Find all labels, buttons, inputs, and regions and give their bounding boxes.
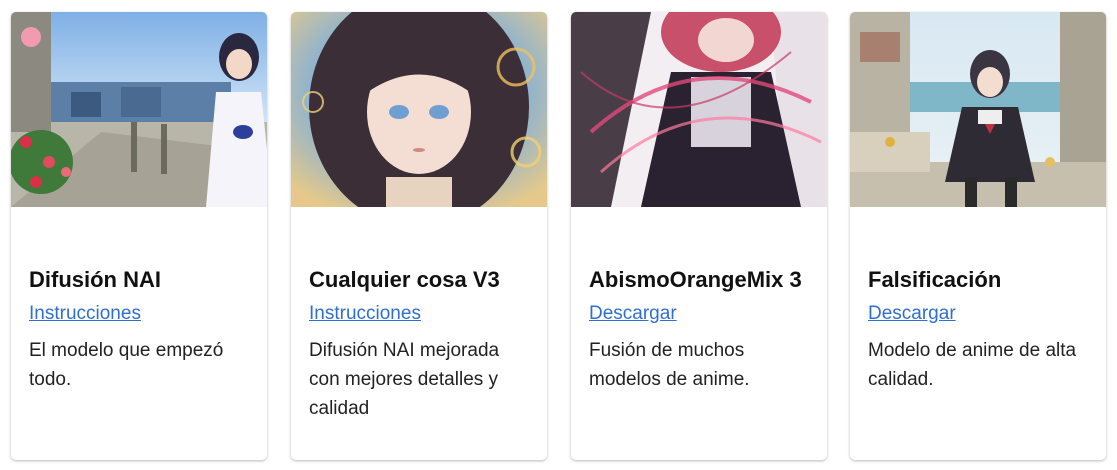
model-description: Modelo de anime de alta calidad. — [868, 340, 1077, 390]
download-link[interactable]: Descargar — [868, 300, 956, 328]
model-thumbnail-image — [850, 12, 1106, 207]
model-title: AbismoOrangeMix 3 — [589, 267, 802, 292]
download-link[interactable]: Descargar — [589, 300, 677, 328]
model-description: Difusión NAI mejorada con mejores detall… — [309, 340, 500, 419]
model-card-grid: Difusión NAI Instrucciones El modelo que… — [0, 0, 1117, 470]
model-description: Fusión de muchos modelos de anime. — [589, 340, 750, 390]
model-thumbnail-image — [291, 12, 547, 207]
model-card-abyssorangemix-3: AbismoOrangeMix 3 Descargar Fusión de mu… — [571, 12, 827, 460]
instructions-link[interactable]: Instrucciones — [29, 300, 141, 328]
model-description: El modelo que empezó todo. — [29, 340, 224, 390]
model-card-counterfeit: Falsificación Descargar Modelo de anime … — [850, 12, 1106, 460]
model-thumbnail-image — [571, 12, 827, 207]
model-title: Cualquier cosa V3 — [309, 267, 500, 292]
model-thumbnail-image — [11, 12, 267, 207]
model-card-nai-diffusion: Difusión NAI Instrucciones El modelo que… — [11, 12, 267, 460]
instructions-link[interactable]: Instrucciones — [309, 300, 421, 328]
model-title: Difusión NAI — [29, 267, 161, 292]
model-card-anything-v3: Cualquier cosa V3 Instrucciones Difusión… — [291, 12, 547, 460]
model-title: Falsificación — [868, 267, 1002, 292]
